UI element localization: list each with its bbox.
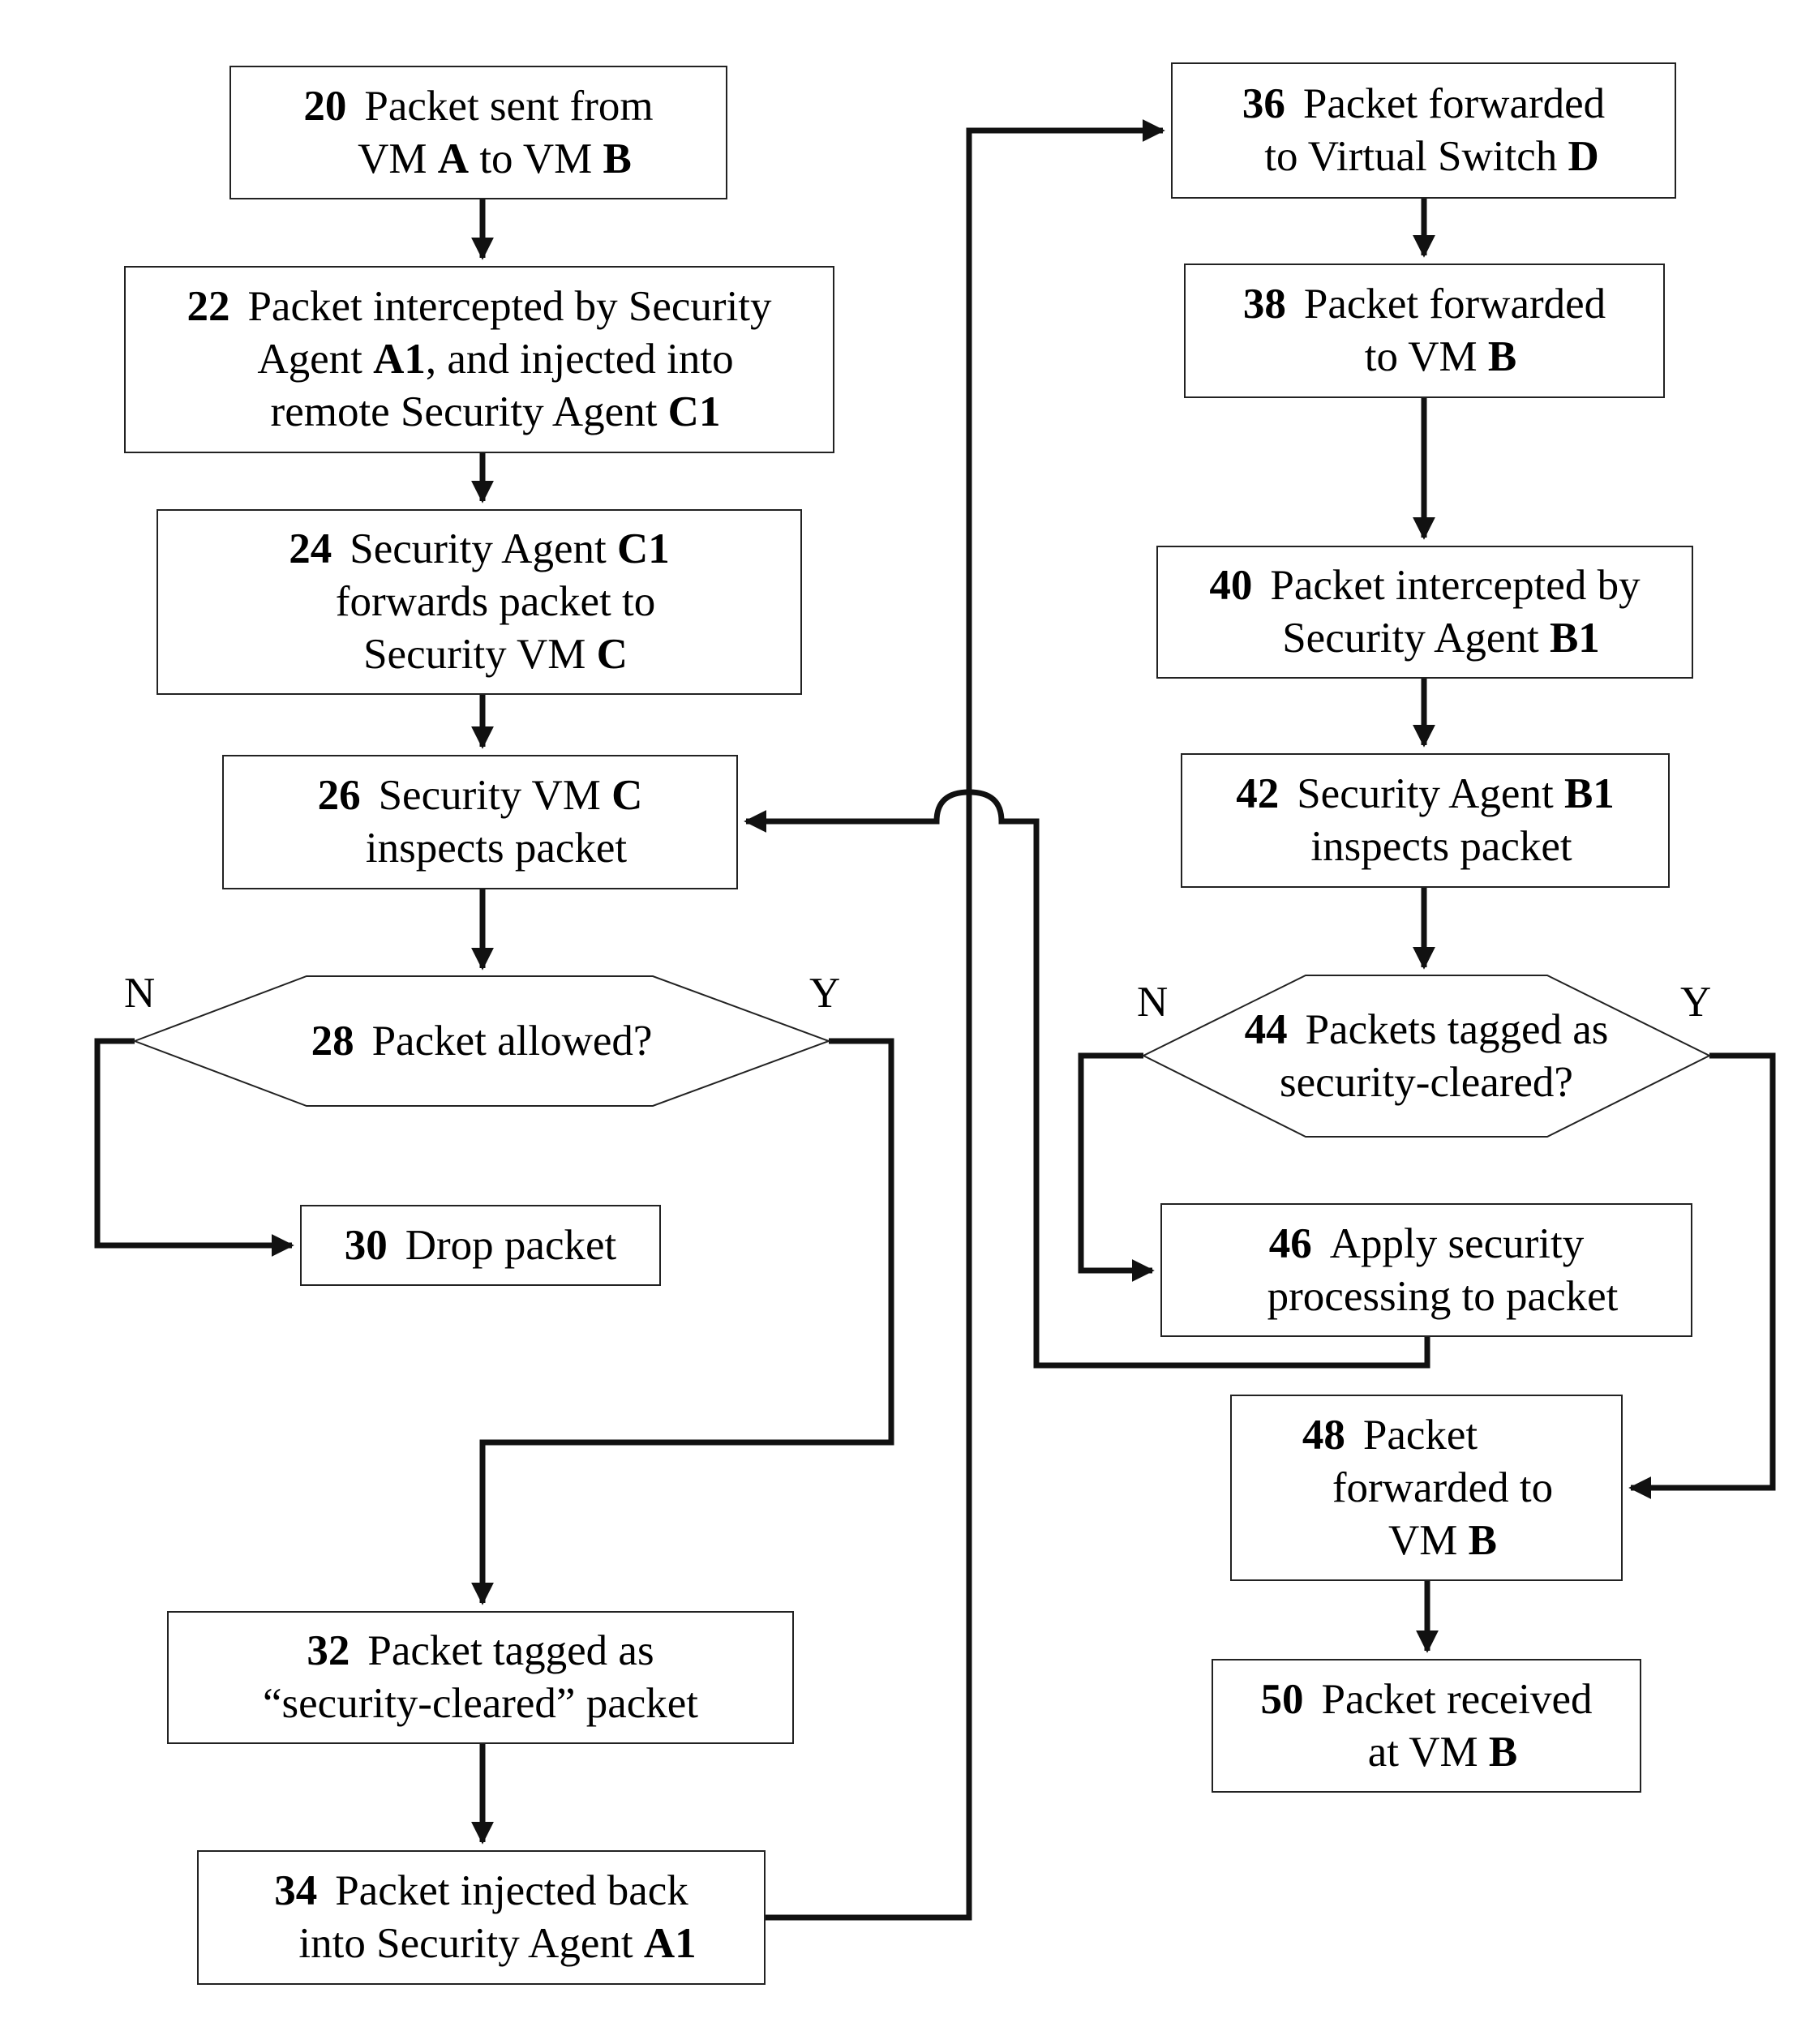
step-number: 22 <box>187 283 230 330</box>
step-text: Security VM <box>378 772 612 819</box>
step-34-box: 34 Packet injected back into Security Age… <box>197 1850 766 1985</box>
yes-label-28: Y <box>809 970 841 1017</box>
step-text: “security-cleared” packet <box>263 1680 698 1727</box>
step-text: Packet tagged as <box>367 1627 654 1674</box>
decision-28-label: 28 Packet allowed? <box>135 976 829 1106</box>
step-text: Packet injected back <box>335 1867 688 1914</box>
step-text: Security VM <box>363 631 597 678</box>
step-text: Packet intercepted by Security <box>247 283 772 330</box>
step-text: inspects packet <box>365 825 628 872</box>
step-text: VM <box>358 135 438 182</box>
step-46-box: 46 Apply security processing to packet <box>1160 1203 1692 1337</box>
step-text: forwarded to <box>1332 1463 1554 1511</box>
step-text: remote Security Agent <box>270 388 668 435</box>
step-text: Security Agent <box>1282 615 1550 662</box>
step-text: Packet forwarded <box>1302 80 1606 127</box>
step-text: at VM <box>1367 1728 1489 1776</box>
step-text: Packet forwarded <box>1303 281 1606 328</box>
step-number: 40 <box>1209 562 1253 609</box>
step-number: 48 <box>1302 1411 1345 1459</box>
step-text: VM <box>1388 1516 1469 1564</box>
step-text: inspects packet <box>1310 823 1572 870</box>
step-number: 42 <box>1236 770 1280 817</box>
step-number: 26 <box>317 772 361 819</box>
step-40-box: 40 Packet intercepted by Security Agent B… <box>1156 546 1693 679</box>
entity-label: B1 <box>1563 770 1615 817</box>
step-20-box: 20 Packet sent from VM A to VM B <box>229 66 727 199</box>
entity-label: C1 <box>616 525 670 572</box>
entity-label: B1 <box>1549 615 1600 662</box>
step-text: forwards packet to <box>335 578 656 625</box>
entity-label: B <box>1468 1516 1497 1564</box>
yes-label-44: Y <box>1680 979 1712 1026</box>
step-number: 34 <box>274 1867 318 1914</box>
arrow-28-yes-32 <box>471 1038 894 1605</box>
step-number: 24 <box>289 525 332 572</box>
step-number: 44 <box>1244 1005 1288 1053</box>
step-text: processing to packet <box>1267 1272 1619 1320</box>
step-number: 32 <box>307 1627 350 1674</box>
step-48-box: 48 Packet forwarded to VM B <box>1230 1395 1623 1581</box>
step-30-box: 30 Drop packet <box>300 1205 661 1286</box>
no-label-44: N <box>1137 979 1169 1026</box>
step-text: Agent <box>257 336 374 383</box>
entity-label: B <box>1487 333 1517 380</box>
step-text: Packet <box>1362 1411 1478 1459</box>
step-38-box: 38 Packet forwarded to VM B <box>1184 264 1665 398</box>
entity-label: B <box>603 135 632 182</box>
no-label-28: N <box>124 970 156 1017</box>
decision-44-label: 44 Packets tagged as security-cleared? <box>1143 975 1709 1137</box>
step-text: Packet received <box>1321 1675 1593 1723</box>
entity-label: B <box>1488 1728 1518 1776</box>
step-text: Drop packet <box>405 1221 617 1269</box>
entity-label: A1 <box>373 336 426 383</box>
step-text: to VM <box>1364 333 1488 380</box>
step-number: 46 <box>1268 1219 1312 1267</box>
step-text: , and injected into <box>425 336 734 383</box>
step-number: 20 <box>303 82 347 130</box>
step-36-box: 36 Packet forwarded to Virtual Switch D <box>1171 62 1676 199</box>
step-text: to Virtual Switch <box>1264 133 1568 180</box>
entity-label: D <box>1568 133 1599 180</box>
arrow-44-no-46 <box>1078 1052 1155 1282</box>
step-number: 28 <box>311 1017 354 1065</box>
step-32-box: 32 Packet tagged as “security-cleared” pa… <box>167 1611 794 1744</box>
step-text: into Security Agent <box>298 1920 644 1967</box>
step-number: 38 <box>1242 281 1286 328</box>
entity-label: C <box>596 631 628 678</box>
step-50-box: 50 Packet received at VM B <box>1212 1659 1641 1793</box>
step-number: 36 <box>1242 80 1285 127</box>
step-text: Apply security <box>1329 1219 1585 1267</box>
step-text: Packets tagged as <box>1305 1005 1609 1053</box>
step-text: Packet intercepted by <box>1270 562 1641 609</box>
step-24-box: 24 Security Agent C1 forwards packet to S… <box>157 509 802 695</box>
entity-label: A1 <box>643 1920 697 1967</box>
step-number: 30 <box>344 1221 388 1269</box>
step-text: Packet allowed? <box>371 1017 653 1065</box>
step-text: Packet sent from <box>364 82 654 130</box>
entity-label: A <box>437 135 470 182</box>
step-text: Security Agent <box>350 525 617 572</box>
entity-label: C <box>611 772 643 819</box>
step-26-box: 26 Security VM C inspects packet <box>222 755 738 889</box>
step-number: 50 <box>1260 1675 1304 1723</box>
step-text: to VM <box>469 135 603 182</box>
entity-label: C1 <box>667 388 721 435</box>
step-22-box: 22 Packet intercepted by Security Agent A… <box>124 266 834 453</box>
step-42-box: 42 Security Agent B1 inspects packet <box>1181 753 1670 888</box>
step-text: Security Agent <box>1297 770 1564 817</box>
step-text: security-cleared? <box>1280 1058 1573 1106</box>
